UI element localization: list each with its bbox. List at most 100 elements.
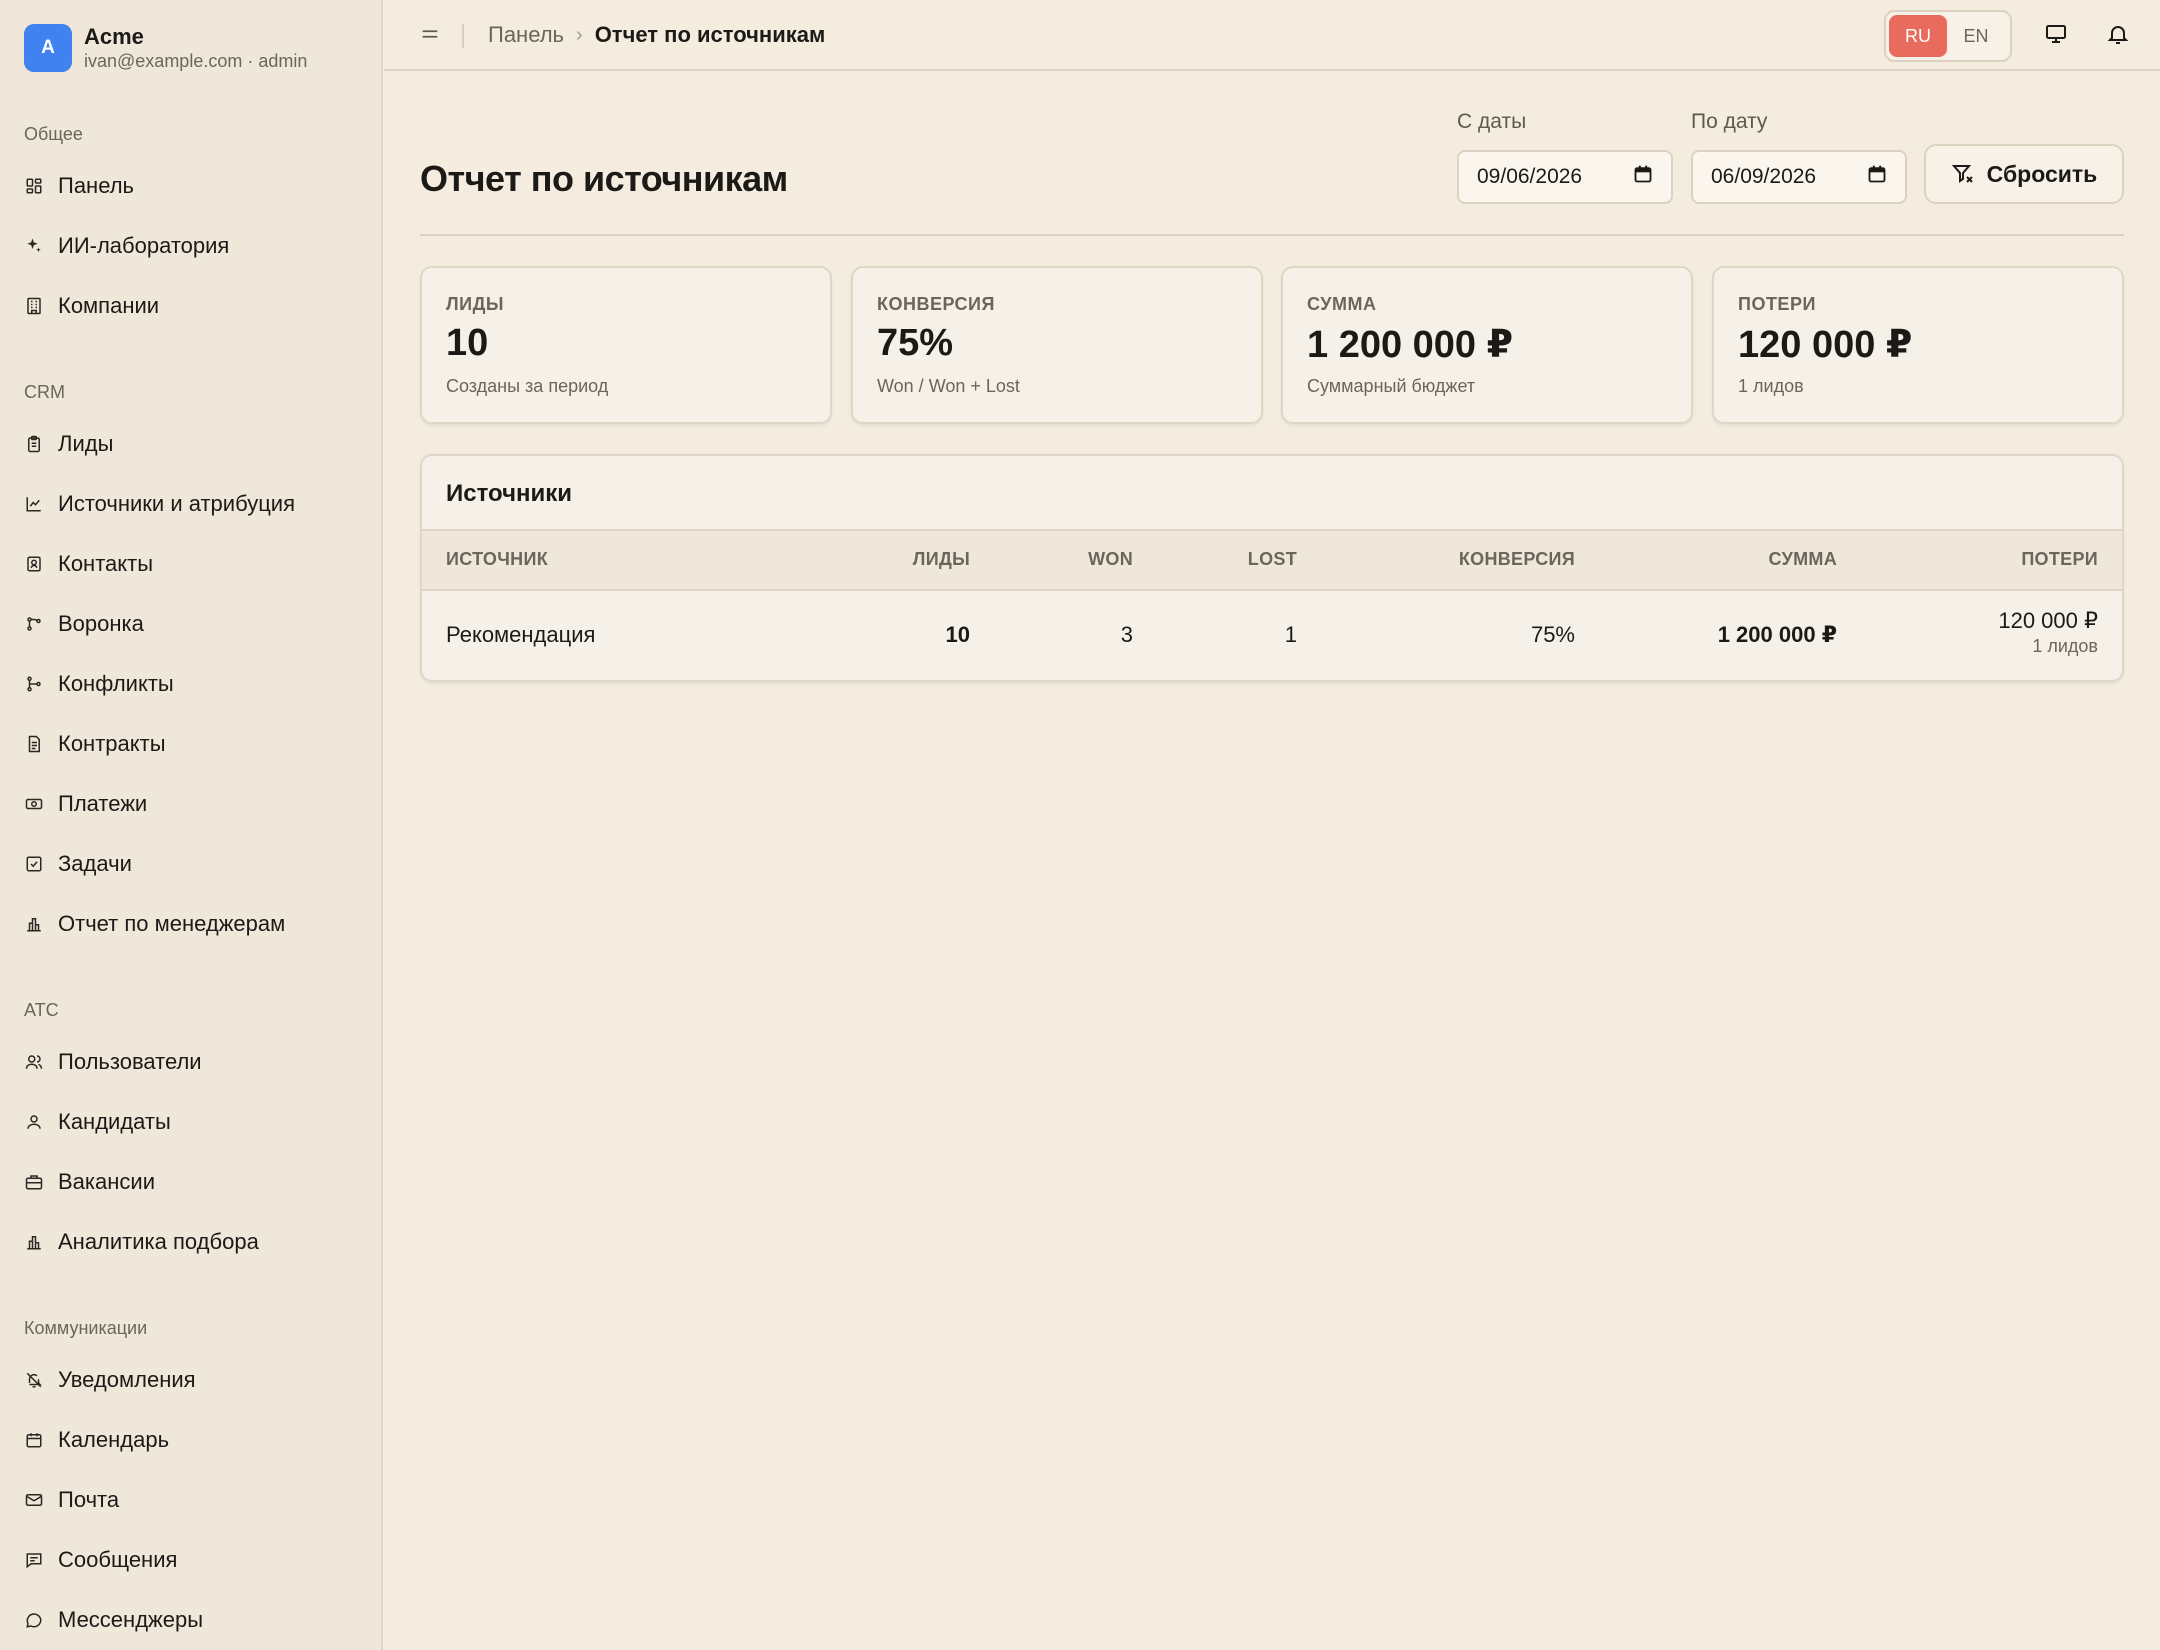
- calendar-icon: [24, 1430, 44, 1450]
- nav-section-atc: ATC: [24, 1000, 59, 1020]
- sidebar-item-dashboard[interactable]: Панель: [24, 166, 354, 206]
- message-square-icon: [24, 1550, 44, 1570]
- document-icon: [24, 734, 44, 754]
- column-header-source[interactable]: ИСТОЧНИК: [446, 549, 548, 570]
- sources-table-card: Источники ИСТОЧНИК ЛИДЫ WON LOST КОНВЕРС…: [420, 454, 2124, 682]
- from-date-input[interactable]: 09/06/2026: [1457, 150, 1673, 204]
- bell-icon: [2106, 22, 2130, 51]
- kpi-value: 10: [446, 322, 489, 364]
- dashboard-icon: [24, 176, 44, 196]
- sidebar-item-contracts[interactable]: Контракты: [24, 724, 354, 764]
- sidebar-item-label: Конфликты: [58, 671, 174, 696]
- from-date-value: 09/06/2026: [1477, 165, 1583, 188]
- sidebar-item-manager-report[interactable]: Отчет по менеджерам: [24, 904, 354, 944]
- sidebar-item-label: Задачи: [58, 851, 132, 876]
- sidebar-toggle-button[interactable]: [414, 20, 446, 52]
- kpi-value: 1 200 000 ₽: [1307, 324, 1514, 366]
- kpi-subtitle: Суммарный бюджет: [1307, 376, 1476, 396]
- notifications-button[interactable]: [2102, 20, 2134, 52]
- kpi-card-conversion: КОНВЕРСИЯ 75% Won / Won + Lost: [851, 266, 1263, 424]
- cell-losses: 120 000 ₽: [1998, 608, 2098, 633]
- lang-ru-button[interactable]: RU: [1889, 15, 1947, 57]
- sidebar-item-candidates[interactable]: Кандидаты: [24, 1102, 354, 1142]
- cell-lost: 1: [1284, 622, 1297, 647]
- column-header-leads[interactable]: ЛИДЫ: [913, 549, 970, 570]
- sidebar-item-label: ИИ-лаборатория: [58, 233, 230, 258]
- column-header-conversion[interactable]: КОНВЕРСИЯ: [1459, 549, 1575, 570]
- sidebar-item-companies[interactable]: Компании: [24, 286, 354, 326]
- to-date-input[interactable]: 06/09/2026: [1691, 150, 1907, 204]
- sidebar-item-contacts[interactable]: Контакты: [24, 544, 354, 584]
- calendar-icon: [1867, 164, 1887, 190]
- user-icon: [24, 1112, 44, 1132]
- reset-filters-button[interactable]: Сбросить: [1924, 144, 2124, 204]
- bar-chart-icon: [24, 914, 44, 934]
- cell-losses-subtitle: 1 лидов: [2032, 636, 2098, 656]
- display-mode-button[interactable]: [2040, 20, 2072, 52]
- bar-chart-icon: [24, 1232, 44, 1252]
- breadcrumb: Панель › Отчет по источникам: [488, 22, 825, 48]
- cell-won: 3: [1120, 622, 1133, 647]
- sidebar: A Acme ivan@example.com · admin Общее Па…: [0, 0, 383, 1650]
- sidebar-item-label: Контракты: [58, 731, 166, 756]
- menu-icon: [419, 23, 441, 50]
- language-switch: RU EN: [1884, 10, 2012, 62]
- filter-x-icon: [1951, 162, 1975, 186]
- sidebar-item-label: Платежи: [58, 791, 148, 816]
- to-date-value: 06/09/2026: [1711, 165, 1817, 188]
- sidebar-item-label: Мессенджеры: [58, 1607, 204, 1632]
- sidebar-item-funnel[interactable]: Воронка: [24, 604, 354, 644]
- sidebar-item-label: Вакансии: [58, 1169, 155, 1194]
- sidebar-item-ai-lab[interactable]: ИИ-лаборатория: [24, 226, 354, 266]
- column-header-lost[interactable]: LOST: [1248, 549, 1297, 570]
- kpi-card-losses: ПОТЕРИ 120 000 ₽ 1 лидов: [1712, 266, 2124, 424]
- column-header-won[interactable]: WON: [1088, 549, 1133, 570]
- table-header: ИСТОЧНИК ЛИДЫ WON LOST КОНВЕРСИЯ СУММА П…: [422, 529, 2122, 591]
- column-header-losses[interactable]: ПОТЕРИ: [2021, 549, 2098, 570]
- sidebar-item-sources[interactable]: Источники и атрибуция: [24, 484, 354, 524]
- topbar: Панель › Отчет по источникам RU EN: [384, 0, 2160, 71]
- divider: [462, 24, 464, 48]
- kpi-value: 75%: [877, 322, 954, 364]
- sources-title: Источники: [446, 480, 573, 507]
- sidebar-item-label: Контакты: [58, 551, 154, 576]
- sidebar-item-users[interactable]: Пользователи: [24, 1042, 354, 1082]
- sidebar-item-calendar[interactable]: Календарь: [24, 1420, 354, 1460]
- sidebar-item-tasks[interactable]: Задачи: [24, 844, 354, 884]
- sidebar-item-notifications[interactable]: Уведомления: [24, 1360, 354, 1400]
- sidebar-item-label: Панель: [58, 173, 135, 198]
- sidebar-item-messengers[interactable]: Мессенджеры: [24, 1600, 354, 1640]
- sidebar-item-label: Лиды: [58, 431, 114, 456]
- breadcrumb-current: Отчет по источникам: [594, 22, 826, 47]
- contact-icon: [24, 554, 44, 574]
- cell-sum: 1 200 000 ₽: [1717, 622, 1837, 647]
- sidebar-item-payments[interactable]: Платежи: [24, 784, 354, 824]
- users-icon: [24, 1052, 44, 1072]
- sidebar-item-messages[interactable]: Сообщения: [24, 1540, 354, 1580]
- column-header-sum[interactable]: СУММА: [1769, 549, 1837, 570]
- sidebar-item-label: Отчет по менеджерам: [58, 911, 286, 936]
- briefcase-icon: [24, 1172, 44, 1192]
- sidebar-item-vacancies[interactable]: Вакансии: [24, 1162, 354, 1202]
- kpi-label: ЛИДЫ: [446, 294, 505, 314]
- sidebar-item-recruiting-analytics[interactable]: Аналитика подбора: [24, 1222, 354, 1262]
- kpi-subtitle: Won / Won + Lost: [877, 376, 1020, 396]
- sidebar-item-mail[interactable]: Почта: [24, 1480, 354, 1520]
- sidebar-item-label: Аналитика подбора: [58, 1229, 259, 1254]
- banknote-icon: [24, 794, 44, 814]
- sidebar-item-leads[interactable]: Лиды: [24, 424, 354, 464]
- mail-icon: [24, 1490, 44, 1510]
- kpi-label: ПОТЕРИ: [1738, 294, 1816, 314]
- funnel-flow-icon: [24, 614, 44, 634]
- kpi-card-sum: СУММА 1 200 000 ₽ Суммарный бюджет: [1281, 266, 1693, 424]
- nav-section-general: Общее: [24, 124, 83, 144]
- lang-en-button[interactable]: EN: [1947, 15, 2005, 57]
- nav-section-communications: Коммуникации: [24, 1318, 148, 1338]
- sidebar-item-conflicts[interactable]: Конфликты: [24, 664, 354, 704]
- building-icon: [24, 296, 44, 316]
- sidebar-item-label: Почта: [58, 1487, 120, 1512]
- breadcrumb-root-link[interactable]: Панель: [488, 22, 564, 48]
- workspace-switcher[interactable]: A Acme ivan@example.com · admin: [24, 24, 307, 72]
- chart-line-icon: [24, 494, 44, 514]
- chevron-right-icon: ›: [576, 23, 583, 46]
